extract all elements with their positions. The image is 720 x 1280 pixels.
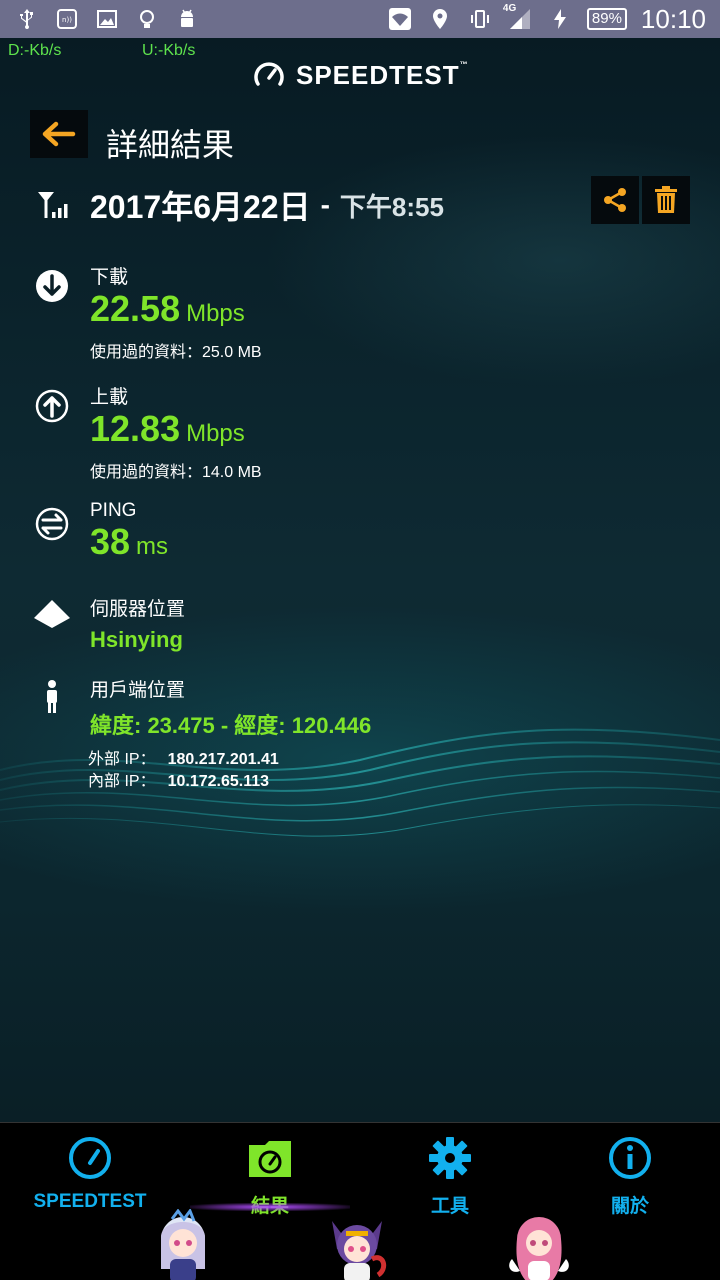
client-coordinates: 緯度: 23.475 - 經度: 120.446	[90, 713, 372, 738]
download-value: 22.58 Mbps	[90, 288, 245, 329]
download-label: 下載	[90, 267, 129, 288]
internal-ip-label: 內部 IP：	[88, 773, 156, 790]
chibi-character-icon	[161, 1209, 205, 1280]
status-bar: n)) 4G 89% 10:10	[0, 0, 720, 38]
signal-icon: 4G	[503, 4, 533, 32]
ip-addresses: 外部 IP： 180.217.201.41 內部 IP： 10.172.65.113	[88, 749, 279, 793]
info-icon	[609, 1137, 651, 1179]
speedtest-app: n)) 4G 89% 10:10 D:-Kb/s U:-Kb/s SPEEDTE…	[0, 0, 720, 1280]
upload-data-used: 使用過的資料：14.0 MB	[90, 464, 262, 481]
tab-speedtest-label: SPEEDTEST	[33, 1191, 147, 1212]
trash-icon	[655, 186, 677, 213]
usb-icon	[14, 6, 40, 32]
status-bar-right: 4G 89% 10:10	[387, 4, 706, 35]
svg-text:n)): n))	[62, 16, 72, 24]
external-ip-value: 180.217.201.41	[167, 751, 279, 768]
bottom-navigation: SPEEDTEST 結果	[0, 1122, 720, 1280]
back-button[interactable]	[30, 110, 88, 158]
clock: 10:10	[640, 3, 706, 34]
network-type: 4G	[502, 3, 517, 14]
external-ip-row: 外部 IP： 180.217.201.41	[88, 749, 279, 771]
result-time: 下午8:55	[339, 191, 444, 222]
nfc-icon: n))	[54, 6, 80, 32]
share-icon	[604, 188, 626, 212]
ping-exchange-icon	[35, 507, 69, 541]
ping-value: 38 ms	[90, 521, 169, 562]
status-bar-left: n))	[14, 6, 200, 32]
upload-arrow-icon	[35, 389, 69, 423]
image-icon	[94, 6, 120, 32]
share-button[interactable]	[591, 176, 639, 224]
page-title: 詳細結果	[106, 127, 235, 163]
server-value: Hsinying	[90, 627, 183, 652]
chibi-character-icon	[332, 1221, 387, 1280]
battery-level: 89%	[586, 8, 627, 30]
internal-ip-row: 內部 IP： 10.172.65.113	[88, 771, 279, 793]
speedometer-logo-icon	[254, 62, 284, 86]
android-icon	[174, 6, 200, 32]
location-icon	[427, 6, 453, 32]
upload-value: 12.83 Mbps	[90, 408, 245, 449]
server-label: 伺服器位置	[90, 599, 186, 620]
results-folder-icon	[249, 1141, 291, 1177]
antenna-signal-icon	[38, 192, 68, 218]
arrow-left-icon	[42, 121, 76, 147]
download-arrow-icon	[36, 270, 68, 302]
download-data-used: 使用過的資料：25.0 MB	[90, 344, 262, 361]
server-location-icon	[34, 600, 70, 628]
charging-icon	[547, 6, 573, 32]
gear-icon	[429, 1137, 471, 1179]
upload-meter: U:-Kb/s	[142, 42, 196, 59]
speedtest-logo: SPEEDTEST™	[252, 58, 469, 92]
result-date: 2017年6月22日	[90, 189, 311, 225]
wifi-icon	[387, 6, 413, 32]
person-icon	[47, 680, 57, 713]
speedometer-icon	[69, 1137, 111, 1179]
ping-label: PING	[90, 500, 137, 521]
tab-about-label: 關於	[610, 1196, 649, 1217]
date-separator: -	[320, 189, 330, 220]
tab-tools-label: 工具	[430, 1196, 469, 1217]
client-label: 用戶端位置	[90, 680, 186, 701]
upload-label: 上載	[90, 387, 129, 408]
brand-name: SPEEDTEST™	[296, 59, 469, 90]
external-ip-label: 外部 IP：	[88, 751, 156, 768]
internal-ip-value: 10.172.65.113	[167, 773, 270, 790]
download-meter: D:-Kb/s	[8, 42, 62, 59]
chibi-character-icon	[509, 1217, 569, 1280]
vibrate-icon	[467, 6, 493, 32]
lightbulb-icon	[134, 6, 160, 32]
delete-button[interactable]	[642, 176, 690, 224]
